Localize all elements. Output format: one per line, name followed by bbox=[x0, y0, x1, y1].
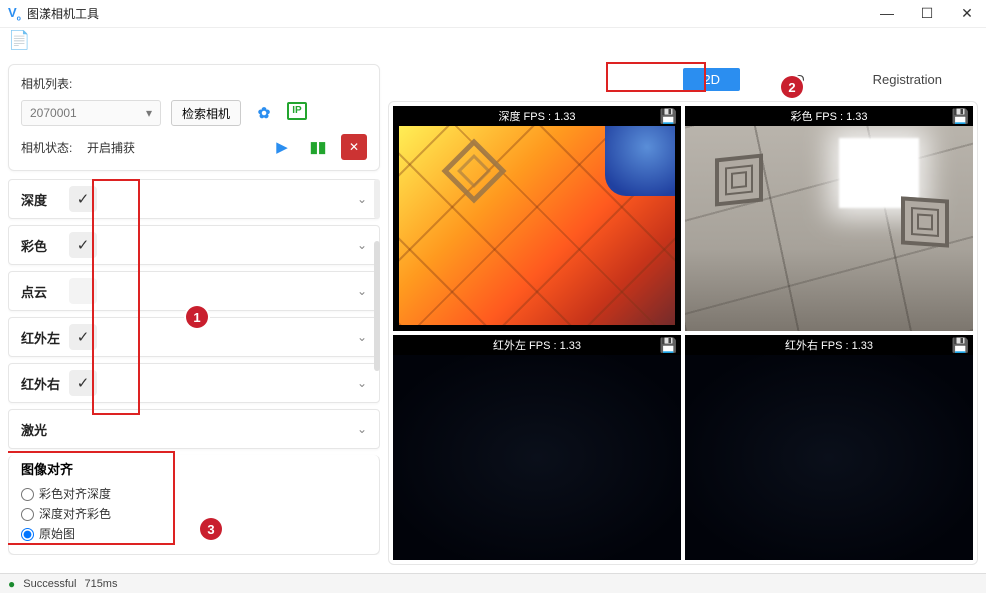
status-text: Successful bbox=[23, 578, 76, 590]
statusbar: ● Successful 715ms bbox=[0, 573, 986, 593]
app-title: 图漾相机工具 bbox=[27, 5, 99, 22]
stop-button[interactable]: ✕ bbox=[341, 134, 367, 160]
camera-status-value: 开启捕获 bbox=[87, 139, 147, 156]
tab-registration[interactable]: Registration bbox=[853, 68, 962, 91]
minimize-button[interactable]: — bbox=[876, 5, 898, 22]
annotation-3: 3 bbox=[200, 518, 222, 540]
camera-select-value: 2070001 bbox=[30, 106, 77, 120]
chevron-down-icon: ⌄ bbox=[357, 238, 367, 252]
view-color: 彩色 FPS : 1.33 💾 bbox=[685, 106, 973, 331]
view-depth: 深度 FPS : 1.33 💾 bbox=[393, 106, 681, 331]
camera-select[interactable]: 2070001 ▾ bbox=[21, 100, 161, 126]
image-align-card: 图像对齐 彩色对齐深度 深度对齐彩色 原始图 bbox=[8, 455, 380, 555]
ip-icon[interactable]: IP bbox=[287, 102, 307, 120]
search-camera-button[interactable]: 检索相机 bbox=[171, 100, 241, 126]
annotation-box bbox=[8, 451, 175, 545]
ir-right-image bbox=[685, 355, 973, 560]
success-icon: ● bbox=[8, 577, 15, 591]
irleft-fps-label: 红外左 FPS : 1.33 bbox=[393, 335, 681, 355]
chevron-down-icon: ⌄ bbox=[357, 422, 367, 436]
stream-row-laser[interactable]: 激光 ⌄ bbox=[8, 409, 380, 449]
color-image bbox=[685, 126, 973, 331]
camera-control-card: 相机列表: 2070001 ▾ 检索相机 ✿ IP 相机状态: 开启捕获 ▶ ▮… bbox=[8, 64, 380, 171]
view-grid: 深度 FPS : 1.33 💾 彩色 FPS : 1.33 💾 bbox=[388, 101, 978, 565]
save-icon[interactable]: 💾 bbox=[952, 108, 969, 125]
annotation-1: 1 bbox=[186, 306, 208, 328]
scrollbar[interactable] bbox=[374, 179, 380, 219]
pause-button[interactable]: ▮▮ bbox=[305, 134, 331, 160]
depth-fps-label: 深度 FPS : 1.33 bbox=[393, 106, 681, 126]
status-latency: 715ms bbox=[84, 578, 117, 590]
chevron-down-icon: ⌄ bbox=[357, 330, 367, 344]
depth-image bbox=[399, 126, 675, 325]
view-tabs: 2D 3D Registration bbox=[388, 64, 978, 101]
stream-row-pointcloud[interactable]: 点云 ⌄ bbox=[8, 271, 380, 311]
stream-list: 深度 ✓ ⌄ 彩色 ✓ ⌄ 点云 ⌄ 红外左 ✓ ⌄ 红外右 ✓ bbox=[8, 179, 380, 555]
stream-row-color[interactable]: 彩色 ✓ ⌄ bbox=[8, 225, 380, 265]
irright-fps-label: 红外右 FPS : 1.33 bbox=[685, 335, 973, 355]
chevron-down-icon: ⌄ bbox=[357, 376, 367, 390]
close-button[interactable]: ✕ bbox=[956, 5, 978, 22]
save-icon[interactable]: 💾 bbox=[660, 337, 677, 354]
titlebar: Vo 图漾相机工具 — ☐ ✕ bbox=[0, 0, 986, 28]
file-icon[interactable]: 📄 bbox=[8, 30, 30, 50]
color-fps-label: 彩色 FPS : 1.33 bbox=[685, 106, 973, 126]
maximize-button[interactable]: ☐ bbox=[916, 5, 938, 22]
annotation-2: 2 bbox=[781, 76, 803, 98]
view-ir-left: 红外左 FPS : 1.33 💾 bbox=[393, 335, 681, 560]
scrollbar[interactable] bbox=[374, 241, 380, 371]
annotation-box bbox=[606, 62, 706, 92]
chevron-down-icon: ⌄ bbox=[357, 192, 367, 206]
stream-row-depth[interactable]: 深度 ✓ ⌄ bbox=[8, 179, 380, 219]
save-icon[interactable]: 💾 bbox=[660, 108, 677, 125]
save-icon[interactable]: 💾 bbox=[952, 337, 969, 354]
stream-row-ir-right[interactable]: 红外右 ✓ ⌄ bbox=[8, 363, 380, 403]
chevron-down-icon: ▾ bbox=[146, 106, 152, 120]
app-logo: Vo bbox=[8, 5, 21, 23]
camera-status-label: 相机状态: bbox=[21, 139, 77, 156]
camera-list-label: 相机列表: bbox=[21, 75, 77, 92]
annotation-box bbox=[92, 179, 140, 415]
chevron-down-icon: ⌄ bbox=[357, 284, 367, 298]
gear-icon[interactable]: ✿ bbox=[251, 100, 277, 126]
preview-panel: 2D 3D Registration 深度 FPS : 1.33 💾 彩色 FP… bbox=[388, 56, 986, 573]
view-ir-right: 红外右 FPS : 1.33 💾 bbox=[685, 335, 973, 560]
ir-left-image bbox=[393, 355, 681, 560]
menubar: 📄 bbox=[0, 28, 986, 56]
play-button[interactable]: ▶ bbox=[269, 134, 295, 160]
